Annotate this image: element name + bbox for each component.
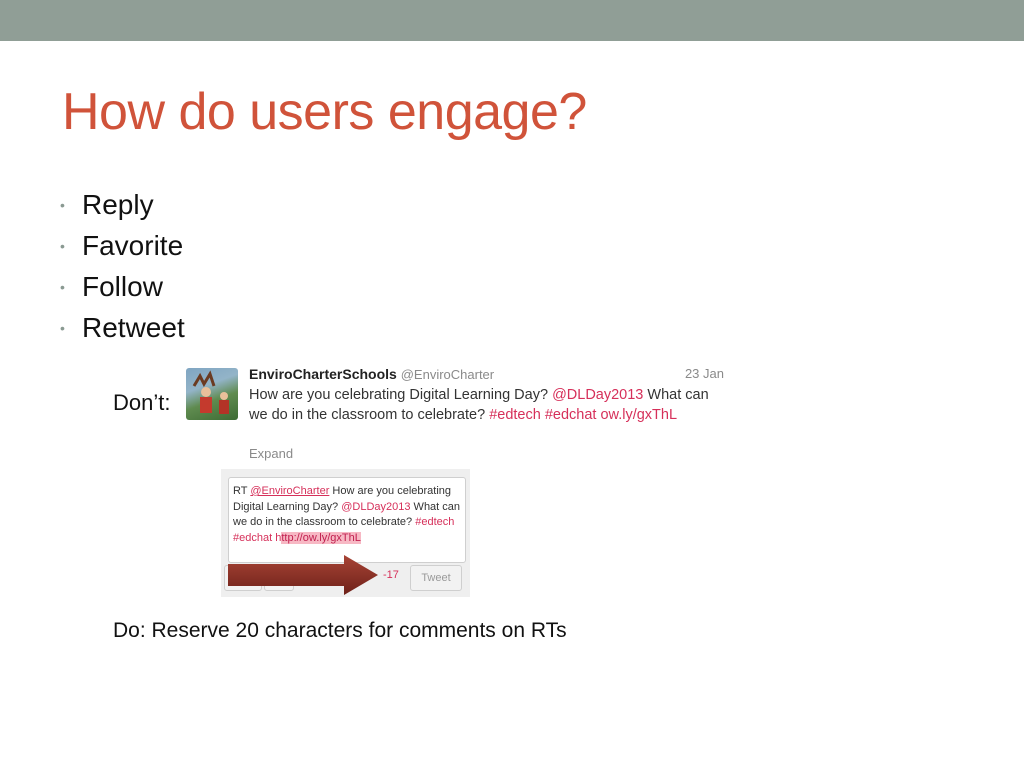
tweet-header: EnviroCharterSchools @EnviroCharter 23 J… bbox=[249, 366, 724, 382]
tweet-card: EnviroCharterSchools @EnviroCharter 23 J… bbox=[186, 366, 746, 466]
bullet-dot-icon: • bbox=[60, 319, 65, 336]
compose-mention: @DLDay2013 bbox=[341, 500, 411, 513]
expand-link[interactable]: Expand bbox=[249, 446, 293, 461]
tweet-link[interactable]: ow.ly/gxThL bbox=[600, 407, 677, 423]
compose-link-overflow: ttp://ow.ly/gxThL bbox=[281, 531, 361, 544]
bullet-text: Retweet bbox=[82, 311, 185, 343]
compose-hashtag: #edtech bbox=[415, 516, 455, 528]
character-counter: -17 bbox=[383, 569, 399, 581]
compose-mention: @EnviroCharter bbox=[250, 485, 330, 497]
bullet-item: • Retweet bbox=[60, 307, 185, 348]
tweet-author-handle[interactable]: @EnviroCharter bbox=[401, 367, 494, 382]
bullet-text: Favorite bbox=[82, 229, 184, 261]
bullet-list: • Reply • Favorite • Follow • Retweet bbox=[60, 184, 185, 348]
tweet-text-part: How are you celebrating Digital Learning… bbox=[249, 387, 553, 403]
bullet-item: • Favorite bbox=[60, 225, 185, 266]
compose-hashtag: #edchat bbox=[233, 531, 273, 544]
slide-title: How do users engage? bbox=[62, 83, 587, 141]
compose-textarea[interactable]: RT @EnviroCharter How are you celebratin… bbox=[228, 477, 466, 563]
tweet-author-name[interactable]: EnviroCharterSchools bbox=[249, 366, 397, 382]
tweet-mention[interactable]: @DLDay2013 bbox=[552, 387, 643, 403]
do-text: Do: Reserve 20 characters for comments o… bbox=[113, 619, 567, 642]
bullet-dot-icon: • bbox=[60, 278, 65, 295]
avatar[interactable] bbox=[186, 368, 238, 420]
bullet-dot-icon: • bbox=[60, 237, 65, 254]
tweet-text: How are you celebrating Digital Learning… bbox=[249, 385, 724, 425]
bullet-text: Follow bbox=[82, 270, 163, 302]
bullet-dot-icon: • bbox=[60, 196, 65, 213]
tweet-button[interactable]: Tweet bbox=[410, 565, 462, 591]
compose-text-part: RT bbox=[233, 485, 251, 497]
tweet-date[interactable]: 23 Jan bbox=[685, 366, 724, 381]
bullet-text: Reply bbox=[82, 188, 154, 220]
top-bar bbox=[0, 0, 1024, 41]
tweet-hashtag[interactable]: #edchat bbox=[545, 407, 597, 423]
arrow-right-icon bbox=[228, 555, 378, 595]
bullet-item: • Follow bbox=[60, 266, 185, 307]
bullet-item: • Reply bbox=[60, 184, 185, 225]
tweet-hashtag[interactable]: #edtech bbox=[489, 407, 541, 423]
avatar-image-icon bbox=[192, 370, 229, 414]
dont-label: Don’t: bbox=[113, 390, 171, 415]
